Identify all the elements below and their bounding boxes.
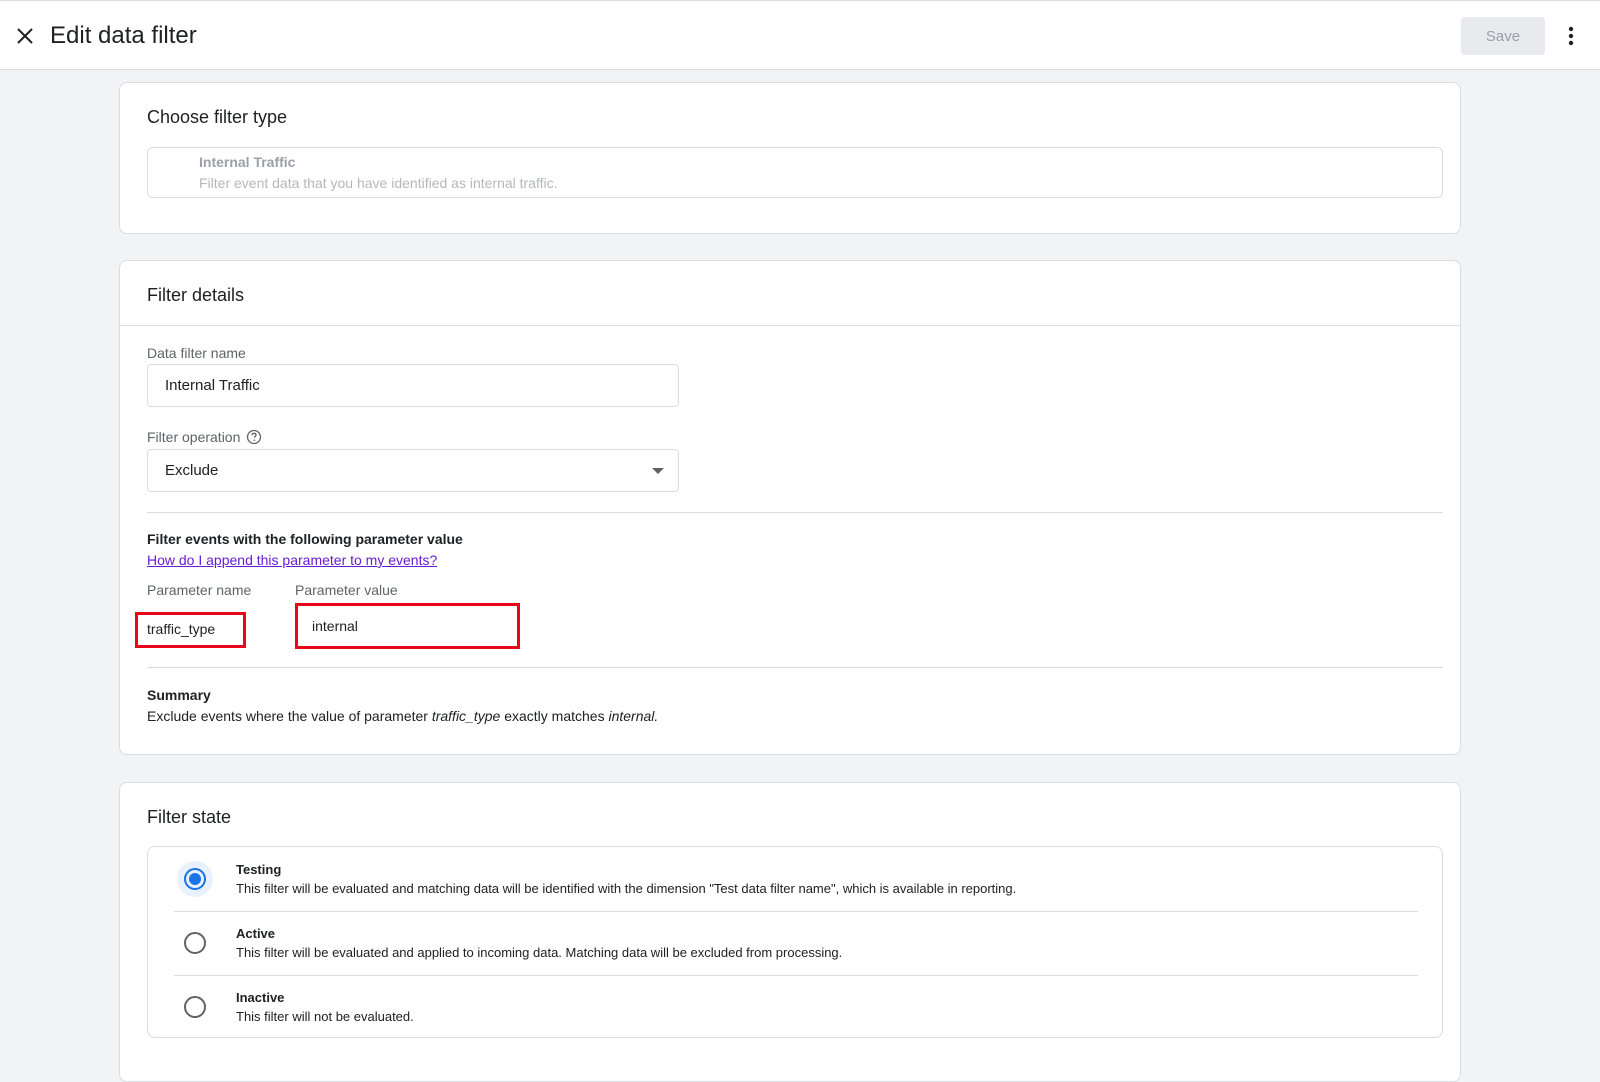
data-filter-name-value: Internal Traffic [165,377,260,394]
save-button[interactable]: Save [1461,17,1545,55]
summary-middle: exactly matches [504,708,605,724]
option-title: Testing [236,862,282,877]
filter-operation-label-text: Filter operation [147,429,241,445]
parameter-value-label: Parameter value [295,582,398,598]
top-app-bar: Edit data filter Save [0,0,1600,70]
filter-operation-select[interactable]: Exclude [147,449,679,492]
option-title: Inactive [236,990,285,1005]
radio-active[interactable] [184,932,206,954]
option-desc: This filter will be evaluated and applie… [236,945,843,960]
filter-type-option: Internal Traffic Filter event data that … [147,147,1443,198]
radio-inactive[interactable] [184,996,206,1018]
filter-details-heading: Filter details [147,285,245,305]
parameter-name-value: traffic_type [147,621,216,637]
filter-type-option-desc: Filter event data that you have identifi… [199,175,558,191]
summary-value: internal. [608,708,659,724]
option-title: Active [236,926,276,941]
append-parameter-help-link[interactable]: How do I append this parameter to my eve… [147,552,437,568]
data-filter-name-input[interactable]: Internal Traffic [147,364,679,407]
dropdown-arrow-icon [652,468,664,474]
filter-state-heading: Filter state [147,807,232,827]
filter-type-card: Choose filter type Internal Traffic Filt… [119,82,1461,234]
close-icon [17,28,33,44]
filter-type-option-title: Internal Traffic [199,154,296,170]
more-vert-icon [1568,26,1574,46]
summary-text: Exclude events where the value of parame… [147,708,658,724]
divider [120,325,1460,326]
close-button[interactable] [10,21,40,51]
filter-operation-label: Filter operation [147,429,262,445]
option-desc: This filter will not be evaluated. [236,1009,414,1024]
filter-operation-value: Exclude [165,462,219,479]
more-options-button[interactable] [1558,21,1584,51]
radio-testing[interactable] [177,861,213,897]
filter-state-option-active[interactable]: Active This filter will be evaluated and… [148,911,1444,975]
divider [147,512,1443,513]
filter-type-heading: Choose filter type [147,107,288,127]
data-filter-name-label: Data filter name [147,345,246,361]
summary-heading: Summary [147,687,211,703]
filter-state-option-testing[interactable]: Testing This filter will be evaluated an… [148,847,1444,911]
filter-state-options: Testing This filter will be evaluated an… [147,846,1443,1038]
divider [147,667,1443,668]
page-title: Edit data filter [50,22,197,49]
option-desc: This filter will be evaluated and matchi… [236,881,1017,896]
parameter-value-input[interactable]: internal [312,618,358,634]
help-icon[interactable] [246,429,262,445]
parameter-name-label: Parameter name [147,582,252,598]
parameter-heading: Filter events with the following paramet… [147,531,463,547]
summary-param: traffic_type [431,708,501,724]
summary-prefix: Exclude events where the value of parame… [147,708,428,724]
filter-state-card: Filter state Testing This filter will be… [119,782,1461,1082]
filter-state-option-inactive[interactable]: Inactive This filter will not be evaluat… [148,975,1444,1039]
filter-details-card: Filter details Data filter name Internal… [119,260,1461,755]
